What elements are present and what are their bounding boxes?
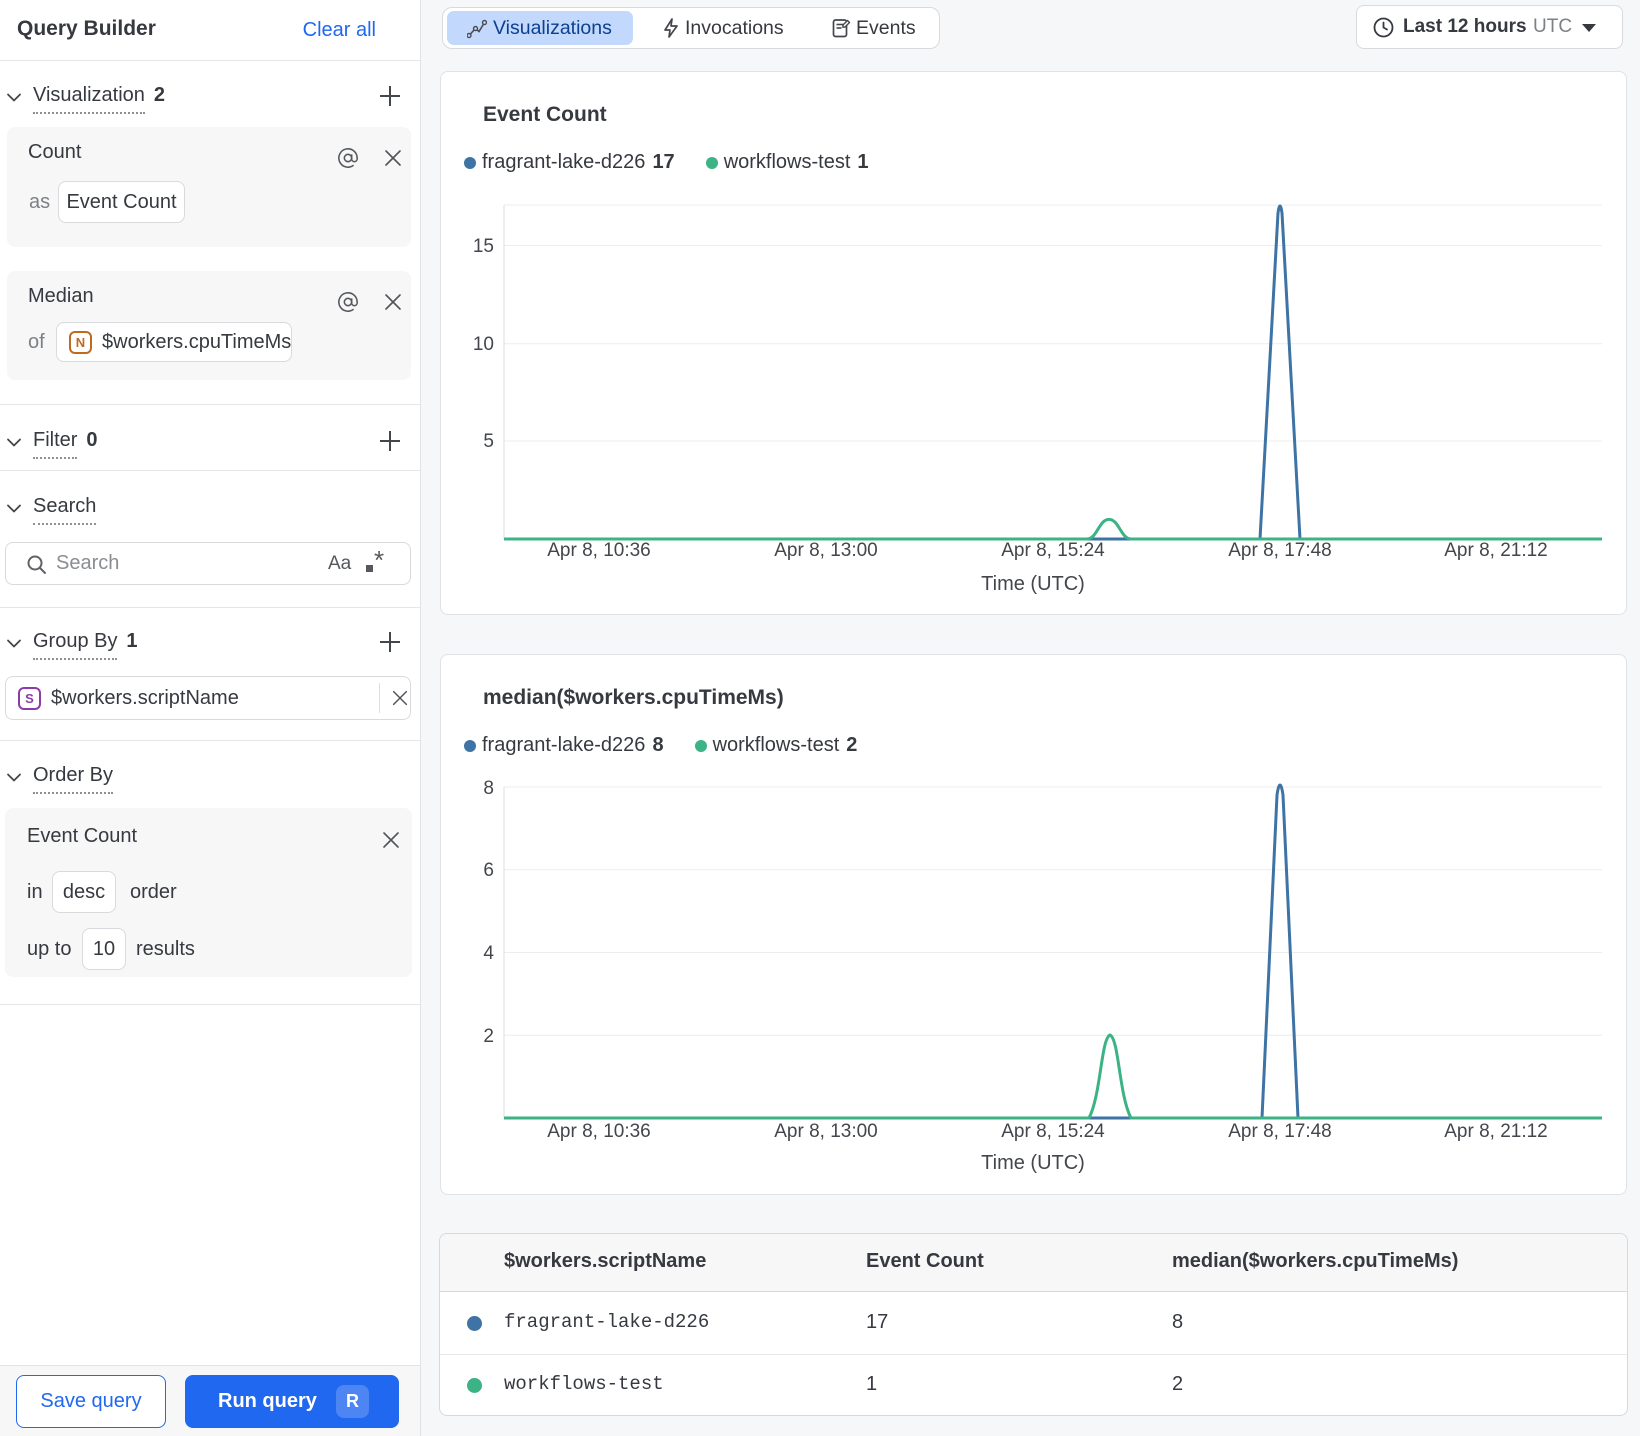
svg-text:Apr 8, 13:00: Apr 8, 13:00 (774, 540, 878, 561)
svg-text:4: 4 (483, 943, 494, 964)
svg-text:Apr 8, 21:12: Apr 8, 21:12 (1444, 1121, 1548, 1142)
svg-text:Apr 8, 13:00: Apr 8, 13:00 (774, 1121, 878, 1142)
svg-text:5: 5 (483, 431, 494, 452)
svg-text:Apr 8, 21:12: Apr 8, 21:12 (1444, 540, 1548, 561)
svg-text:Apr 8, 17:48: Apr 8, 17:48 (1228, 540, 1332, 561)
svg-text:Time (UTC): Time (UTC) (981, 573, 1085, 595)
svg-text:Apr 8, 15:24: Apr 8, 15:24 (1001, 540, 1105, 561)
svg-text:2: 2 (483, 1026, 494, 1047)
svg-text:10: 10 (473, 334, 494, 355)
svg-text:Apr 8, 10:36: Apr 8, 10:36 (547, 1121, 651, 1142)
svg-text:Apr 8, 15:24: Apr 8, 15:24 (1001, 1121, 1105, 1142)
svg-text:6: 6 (483, 860, 494, 881)
svg-text:Time (UTC): Time (UTC) (981, 1152, 1085, 1174)
svg-text:Apr 8, 10:36: Apr 8, 10:36 (547, 540, 651, 561)
svg-text:8: 8 (483, 778, 494, 799)
svg-text:15: 15 (473, 236, 494, 257)
svg-text:Apr 8, 17:48: Apr 8, 17:48 (1228, 1121, 1332, 1142)
